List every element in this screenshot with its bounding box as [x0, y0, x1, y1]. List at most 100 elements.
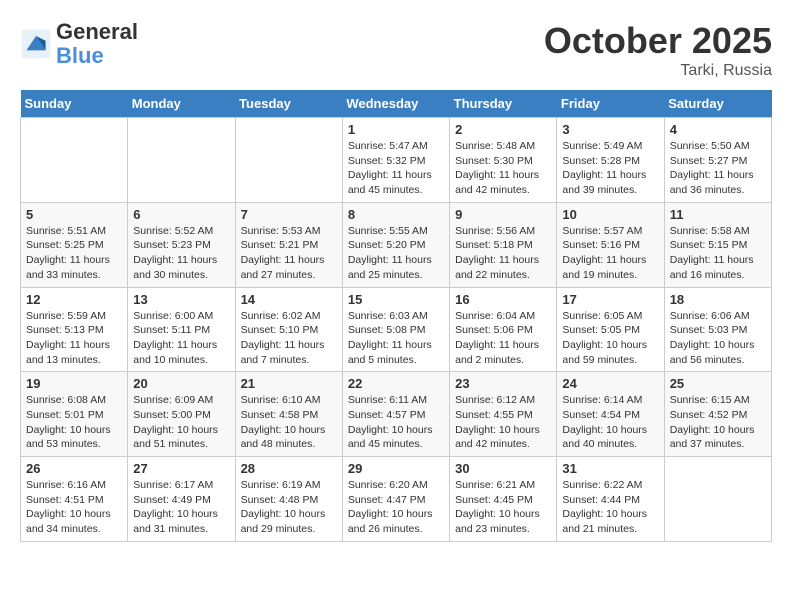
week-row-2: 5 Sunrise: 5:51 AM Sunset: 5:25 PM Daylig… — [21, 202, 772, 287]
day-cell: 18 Sunrise: 6:06 AM Sunset: 5:03 PM Dayli… — [664, 287, 771, 372]
day-info: Sunrise: 5:53 AM Sunset: 5:21 PM Dayligh… — [241, 224, 337, 283]
day-info: Sunrise: 5:57 AM Sunset: 5:16 PM Dayligh… — [562, 224, 658, 283]
day-info: Sunrise: 6:15 AM Sunset: 4:52 PM Dayligh… — [670, 393, 766, 452]
day-cell: 2 Sunrise: 5:48 AM Sunset: 5:30 PM Daylig… — [450, 118, 557, 203]
month-title: October 2025 Tarki, Russia — [544, 20, 772, 80]
day-cell: 20 Sunrise: 6:09 AM Sunset: 5:00 PM Dayli… — [128, 372, 235, 457]
day-cell: 24 Sunrise: 6:14 AM Sunset: 4:54 PM Dayli… — [557, 372, 664, 457]
calendar-body: 1 Sunrise: 5:47 AM Sunset: 5:32 PM Daylig… — [21, 118, 772, 542]
day-cell: 21 Sunrise: 6:10 AM Sunset: 4:58 PM Dayli… — [235, 372, 342, 457]
day-info: Sunrise: 5:52 AM Sunset: 5:23 PM Dayligh… — [133, 224, 229, 283]
day-number: 2 — [455, 122, 551, 137]
calendar-header: SundayMondayTuesdayWednesdayThursdayFrid… — [21, 90, 772, 118]
day-info: Sunrise: 6:06 AM Sunset: 5:03 PM Dayligh… — [670, 309, 766, 368]
day-info: Sunrise: 6:22 AM Sunset: 4:44 PM Dayligh… — [562, 478, 658, 537]
day-number: 6 — [133, 207, 229, 222]
day-cell: 3Sunrise: 5:49 AM Sunset: 5:28 PM Daylig… — [557, 118, 664, 203]
day-number: 16 — [455, 292, 551, 307]
weekday-row: SundayMondayTuesdayWednesdayThursdayFrid… — [21, 90, 772, 118]
day-info: Sunrise: 6:19 AM Sunset: 4:48 PM Dayligh… — [241, 478, 337, 537]
day-info: Sunrise: 5:48 AM Sunset: 5:30 PM Dayligh… — [455, 139, 551, 198]
day-number: 8 — [348, 207, 444, 222]
day-cell: 19Sunrise: 6:08 AM Sunset: 5:01 PM Dayli… — [21, 372, 128, 457]
page-header: General Blue October 2025 Tarki, Russia — [20, 20, 772, 80]
weekday-header-friday: Friday — [557, 90, 664, 118]
day-cell: 27Sunrise: 6:17 AM Sunset: 4:49 PM Dayli… — [128, 457, 235, 542]
day-cell: 11Sunrise: 5:58 AM Sunset: 5:15 PM Dayli… — [664, 202, 771, 287]
day-cell: 23 Sunrise: 6:12 AM Sunset: 4:55 PM Dayli… — [450, 372, 557, 457]
day-info: Sunrise: 6:12 AM Sunset: 4:55 PM Dayligh… — [455, 393, 551, 452]
day-cell: 28 Sunrise: 6:19 AM Sunset: 4:48 PM Dayli… — [235, 457, 342, 542]
day-number: 12 — [26, 292, 122, 307]
day-cell: 12 Sunrise: 5:59 AM Sunset: 5:13 PM Dayli… — [21, 287, 128, 372]
day-cell: 9 Sunrise: 5:56 AM Sunset: 5:18 PM Daylig… — [450, 202, 557, 287]
day-number: 20 — [133, 376, 229, 391]
day-number: 14 — [241, 292, 337, 307]
day-cell: 16Sunrise: 6:04 AM Sunset: 5:06 PM Dayli… — [450, 287, 557, 372]
day-info: Sunrise: 5:51 AM Sunset: 5:25 PM Dayligh… — [26, 224, 122, 283]
day-info: Sunrise: 5:56 AM Sunset: 5:18 PM Dayligh… — [455, 224, 551, 283]
day-info: Sunrise: 6:10 AM Sunset: 4:58 PM Dayligh… — [241, 393, 337, 452]
day-number: 9 — [455, 207, 551, 222]
day-cell: 30 Sunrise: 6:21 AM Sunset: 4:45 PM Dayli… — [450, 457, 557, 542]
day-cell: 7 Sunrise: 5:53 AM Sunset: 5:21 PM Daylig… — [235, 202, 342, 287]
day-number: 4 — [670, 122, 766, 137]
day-info: Sunrise: 6:05 AM Sunset: 5:05 PM Dayligh… — [562, 309, 658, 368]
day-info: Sunrise: 6:17 AM Sunset: 4:49 PM Dayligh… — [133, 478, 229, 537]
day-cell: 6 Sunrise: 5:52 AM Sunset: 5:23 PM Daylig… — [128, 202, 235, 287]
day-info: Sunrise: 5:59 AM Sunset: 5:13 PM Dayligh… — [26, 309, 122, 368]
week-row-5: 26 Sunrise: 6:16 AM Sunset: 4:51 PM Dayli… — [21, 457, 772, 542]
day-number: 5 — [26, 207, 122, 222]
weekday-header-thursday: Thursday — [450, 90, 557, 118]
month-heading: October 2025 — [544, 20, 772, 62]
day-number: 15 — [348, 292, 444, 307]
day-number: 10 — [562, 207, 658, 222]
day-info: Sunrise: 6:02 AM Sunset: 5:10 PM Dayligh… — [241, 309, 337, 368]
day-number: 13 — [133, 292, 229, 307]
day-info: Sunrise: 6:21 AM Sunset: 4:45 PM Dayligh… — [455, 478, 551, 537]
day-cell: 17Sunrise: 6:05 AM Sunset: 5:05 PM Dayli… — [557, 287, 664, 372]
week-row-4: 19Sunrise: 6:08 AM Sunset: 5:01 PM Dayli… — [21, 372, 772, 457]
day-info: Sunrise: 6:11 AM Sunset: 4:57 PM Dayligh… — [348, 393, 444, 452]
day-cell: 25Sunrise: 6:15 AM Sunset: 4:52 PM Dayli… — [664, 372, 771, 457]
day-info: Sunrise: 6:16 AM Sunset: 4:51 PM Dayligh… — [26, 478, 122, 537]
day-cell — [128, 118, 235, 203]
day-info: Sunrise: 6:14 AM Sunset: 4:54 PM Dayligh… — [562, 393, 658, 452]
day-cell: 15 Sunrise: 6:03 AM Sunset: 5:08 PM Dayli… — [342, 287, 449, 372]
day-cell: 8Sunrise: 5:55 AM Sunset: 5:20 PM Daylig… — [342, 202, 449, 287]
day-cell: 26 Sunrise: 6:16 AM Sunset: 4:51 PM Dayli… — [21, 457, 128, 542]
day-number: 30 — [455, 461, 551, 476]
day-info: Sunrise: 5:49 AM Sunset: 5:28 PM Dayligh… — [562, 139, 658, 198]
day-info: Sunrise: 6:09 AM Sunset: 5:00 PM Dayligh… — [133, 393, 229, 452]
weekday-header-saturday: Saturday — [664, 90, 771, 118]
day-number: 1 — [348, 122, 444, 137]
day-cell: 22Sunrise: 6:11 AM Sunset: 4:57 PM Dayli… — [342, 372, 449, 457]
day-info: Sunrise: 6:08 AM Sunset: 5:01 PM Dayligh… — [26, 393, 122, 452]
day-number: 18 — [670, 292, 766, 307]
weekday-header-tuesday: Tuesday — [235, 90, 342, 118]
day-info: Sunrise: 5:50 AM Sunset: 5:27 PM Dayligh… — [670, 139, 766, 198]
logo: General Blue — [20, 20, 138, 68]
day-cell: 4 Sunrise: 5:50 AM Sunset: 5:27 PM Daylig… — [664, 118, 771, 203]
weekday-header-wednesday: Wednesday — [342, 90, 449, 118]
day-info: Sunrise: 6:03 AM Sunset: 5:08 PM Dayligh… — [348, 309, 444, 368]
day-number: 26 — [26, 461, 122, 476]
day-cell — [21, 118, 128, 203]
day-number: 24 — [562, 376, 658, 391]
day-number: 23 — [455, 376, 551, 391]
day-number: 11 — [670, 207, 766, 222]
day-number: 28 — [241, 461, 337, 476]
day-number: 7 — [241, 207, 337, 222]
day-info: Sunrise: 6:00 AM Sunset: 5:11 PM Dayligh… — [133, 309, 229, 368]
day-number: 31 — [562, 461, 658, 476]
week-row-3: 12 Sunrise: 5:59 AM Sunset: 5:13 PM Dayli… — [21, 287, 772, 372]
logo-line1: General — [56, 20, 138, 44]
logo-icon — [20, 28, 52, 60]
calendar-table: SundayMondayTuesdayWednesdayThursdayFrid… — [20, 90, 772, 542]
day-number: 21 — [241, 376, 337, 391]
day-cell: 10 Sunrise: 5:57 AM Sunset: 5:16 PM Dayli… — [557, 202, 664, 287]
day-info: Sunrise: 5:47 AM Sunset: 5:32 PM Dayligh… — [348, 139, 444, 198]
day-cell: 31 Sunrise: 6:22 AM Sunset: 4:44 PM Dayli… — [557, 457, 664, 542]
weekday-header-sunday: Sunday — [21, 90, 128, 118]
day-cell: 14 Sunrise: 6:02 AM Sunset: 5:10 PM Dayli… — [235, 287, 342, 372]
